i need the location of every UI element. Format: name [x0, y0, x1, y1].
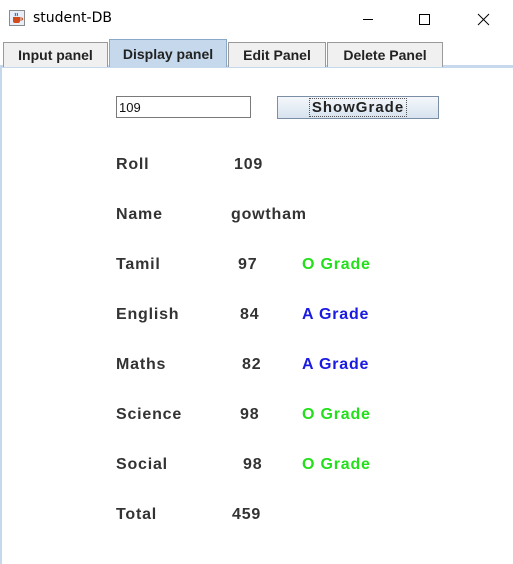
title-bar: student-DB — [0, 0, 513, 38]
subject-label-science: Science — [116, 406, 183, 423]
grade-science: O Grade — [302, 406, 371, 423]
subject-label-maths: Maths — [116, 356, 167, 373]
mark-english: 84 — [240, 306, 260, 323]
tab-strip: Input panel Display panel Edit Panel Del… — [0, 38, 513, 68]
maximize-icon — [419, 14, 430, 25]
subject-label-tamil: Tamil — [116, 256, 161, 273]
close-icon — [477, 13, 490, 26]
name-label: Name — [116, 206, 163, 223]
mark-science: 98 — [240, 406, 260, 423]
roll-search-input[interactable] — [116, 96, 251, 118]
grade-social: O Grade — [302, 456, 371, 473]
mark-maths: 82 — [242, 356, 262, 373]
minimize-button[interactable] — [345, 0, 391, 38]
total-label: Total — [116, 506, 158, 523]
name-value: gowtham — [231, 206, 307, 223]
subject-label-social: Social — [116, 456, 168, 473]
show-grade-label: ShowGrade — [308, 98, 408, 117]
tab-input-panel[interactable]: Input panel — [3, 42, 108, 67]
tab-delete-panel[interactable]: Delete Panel — [327, 42, 443, 67]
maximize-button[interactable] — [401, 0, 447, 38]
mark-social: 98 — [243, 456, 263, 473]
show-grade-button[interactable]: ShowGrade — [277, 96, 439, 119]
java-cup-icon — [9, 10, 25, 26]
mark-tamil: 97 — [238, 256, 258, 273]
close-button[interactable] — [460, 0, 506, 38]
minimize-icon — [363, 19, 373, 20]
tab-display-panel[interactable]: Display panel — [109, 39, 227, 67]
roll-label: Roll — [116, 156, 150, 173]
grade-maths: A Grade — [302, 356, 370, 373]
window-title: student-DB — [33, 10, 112, 26]
tab-edit-panel[interactable]: Edit Panel — [228, 42, 326, 67]
roll-value: 109 — [234, 156, 264, 173]
subject-label-english: English — [116, 306, 180, 323]
grade-english: A Grade — [302, 306, 370, 323]
grade-tamil: O Grade — [302, 256, 371, 273]
total-value: 459 — [232, 506, 262, 523]
